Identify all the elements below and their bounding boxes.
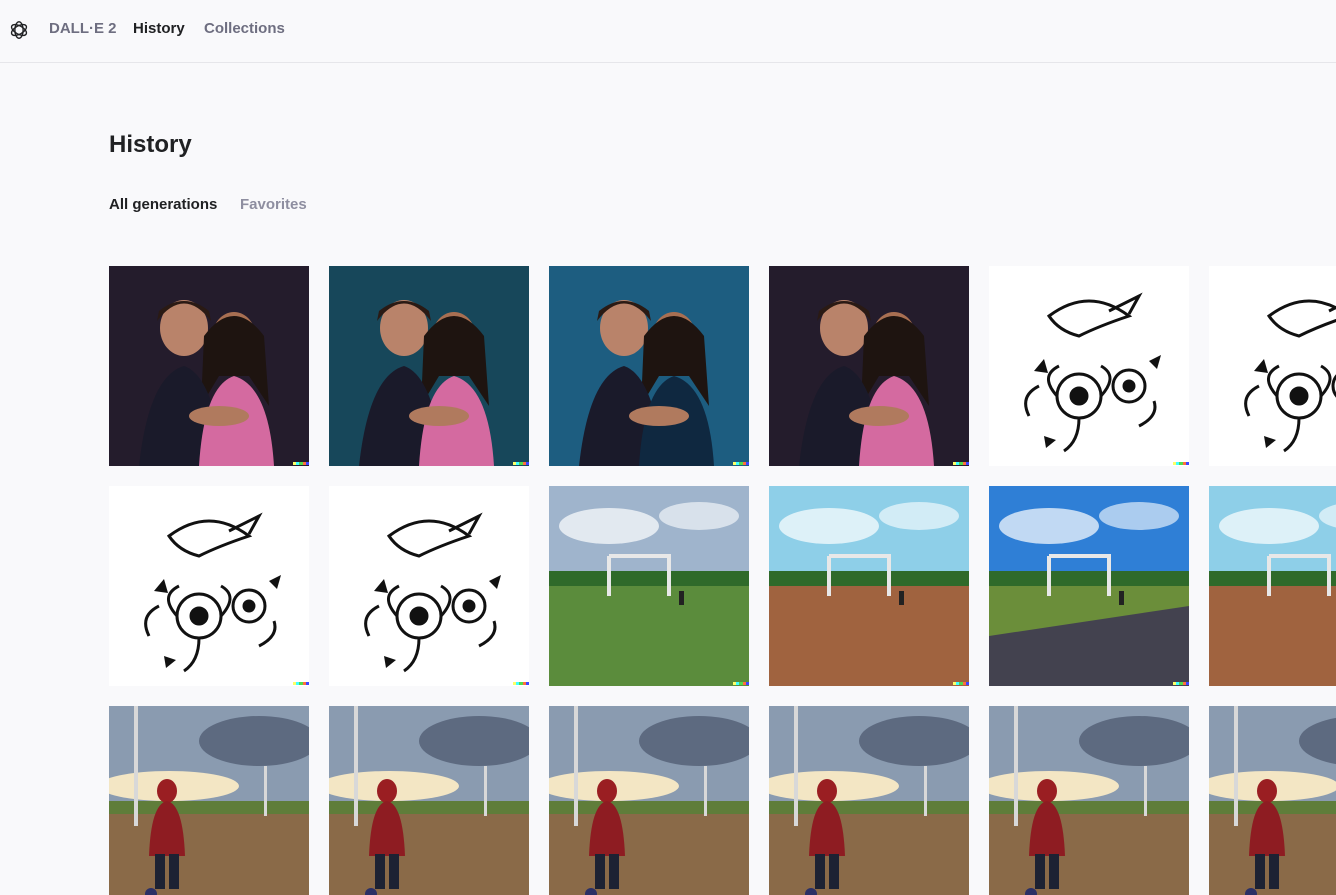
image-content [769,706,969,895]
generated-image-bird-flower-tattoo[interactable] [109,486,309,686]
dalle-signature-icon [1173,462,1189,465]
generated-image-person-at-field[interactable] [1209,706,1336,895]
dalle-signature-icon [293,462,309,465]
image-content [329,486,529,686]
generated-image-soccer-field[interactable] [989,486,1189,686]
generated-image-person-at-field[interactable] [329,706,529,895]
image-content [549,706,749,895]
nav-history-link[interactable]: History [133,20,185,37]
dalle-signature-icon [733,462,749,465]
openai-logo-icon[interactable] [8,19,30,41]
image-content [329,266,529,466]
image-gallery [109,266,1336,895]
image-content [109,266,309,466]
dalle-signature-icon [953,462,969,465]
dalle-signature-icon [1173,682,1189,685]
nav-brand-link[interactable]: DALL·E 2 [49,20,117,37]
generated-image-soccer-field[interactable] [1209,486,1336,686]
dalle-signature-icon [293,682,309,685]
image-content [549,266,749,466]
dalle-signature-icon [733,682,749,685]
generated-image-soccer-field[interactable] [769,486,969,686]
generated-image-couple-photo[interactable] [769,266,969,466]
generated-image-soccer-field[interactable] [549,486,749,686]
tab-favorites[interactable]: Favorites [240,196,307,213]
image-content [769,486,969,686]
dalle-signature-icon [953,682,969,685]
dalle-signature-icon [513,462,529,465]
generated-image-couple-photo[interactable] [329,266,529,466]
generated-image-person-at-field[interactable] [769,706,969,895]
image-content [989,706,1189,895]
image-content [549,486,749,686]
image-content [989,486,1189,686]
generated-image-couple-photo[interactable] [109,266,309,466]
image-content [769,266,969,466]
image-content [989,266,1189,466]
generated-image-person-at-field[interactable] [549,706,749,895]
image-content [1209,706,1336,895]
image-content [1209,266,1336,466]
top-navigation: DALL·E 2 History Collections [0,0,1336,63]
generated-image-person-at-field[interactable] [989,706,1189,895]
nav-collections-link[interactable]: Collections [204,20,285,37]
image-content [329,706,529,895]
dalle-signature-icon [513,682,529,685]
generated-image-bird-flower-tattoo[interactable] [1209,266,1336,466]
image-content [109,486,309,686]
image-content [1209,486,1336,686]
generated-image-person-at-field[interactable] [109,706,309,895]
tab-all-generations[interactable]: All generations [109,196,217,213]
generated-image-bird-flower-tattoo[interactable] [989,266,1189,466]
image-content [109,706,309,895]
generated-image-bird-flower-tattoo[interactable] [329,486,529,686]
page-title: History [109,131,192,158]
generated-image-couple-photo[interactable] [549,266,749,466]
